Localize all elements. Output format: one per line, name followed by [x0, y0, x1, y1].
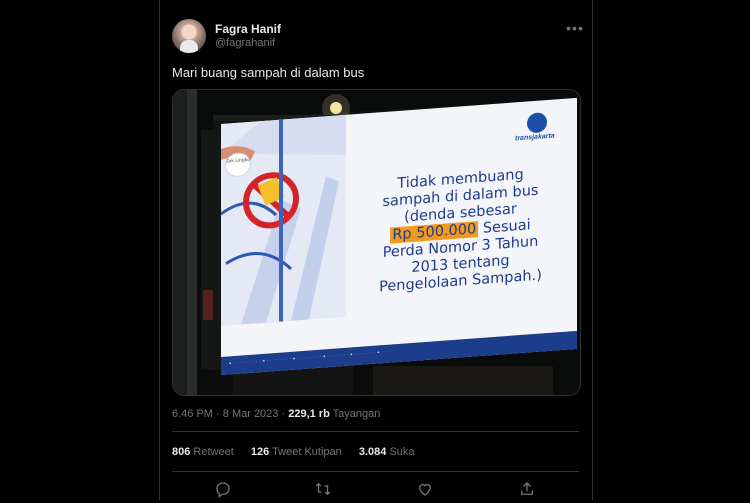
no-littering-illustration — [221, 114, 346, 326]
retweet-button[interactable] — [314, 480, 332, 498]
tweet-time[interactable]: 6.46 PM — [172, 408, 213, 420]
share-button[interactable] — [518, 480, 536, 498]
like-button[interactable] — [416, 480, 434, 498]
quote-tweets-stat[interactable]: 126 Tweet Kutipan — [251, 446, 342, 458]
retweet-icon — [315, 482, 331, 496]
reply-button[interactable] — [214, 480, 232, 498]
views-count: 229,1 rb — [288, 408, 330, 420]
views-label: Tayangan — [332, 408, 381, 420]
transjakarta-logo: transjakarta — [515, 111, 555, 148]
tweet-photo[interactable]: Jak Lingko transjakarta Tidak membuang s… — [172, 89, 581, 396]
tweet-column: Fagra Hanif @fagrahanif ••• Mari buang s… — [159, 0, 593, 500]
tweet-meta: 6.46 PM · 8 Mar 2023 · 229,1 rb Tayangan — [172, 408, 381, 420]
user-handle[interactable]: @fagrahanif — [215, 37, 275, 49]
divider — [172, 431, 579, 432]
share-icon — [521, 482, 533, 495]
tweet-stats: 806 Retweet 126 Tweet Kutipan 3.084 Suka — [172, 446, 429, 458]
avatar[interactable] — [172, 19, 206, 53]
tweet-date[interactable]: 8 Mar 2023 — [223, 408, 279, 420]
more-options-button[interactable]: ••• — [564, 20, 586, 36]
tweet-actions — [172, 478, 579, 500]
tweet-text: Mari buang sampah di dalam bus — [172, 65, 365, 80]
likes-stat[interactable]: 3.084 Suka — [359, 446, 415, 458]
retweets-stat[interactable]: 806 Retweet — [172, 446, 234, 458]
sign-poster: Jak Lingko transjakarta Tidak membuang s… — [221, 97, 577, 375]
display-name[interactable]: Fagra Hanif — [215, 22, 281, 36]
reply-icon — [216, 482, 230, 498]
divider — [172, 471, 579, 472]
like-icon — [419, 483, 431, 496]
sign-message: Tidak membuang sampah di dalam bus (dend… — [353, 164, 568, 299]
more-horizontal-icon: ••• — [566, 20, 584, 36]
